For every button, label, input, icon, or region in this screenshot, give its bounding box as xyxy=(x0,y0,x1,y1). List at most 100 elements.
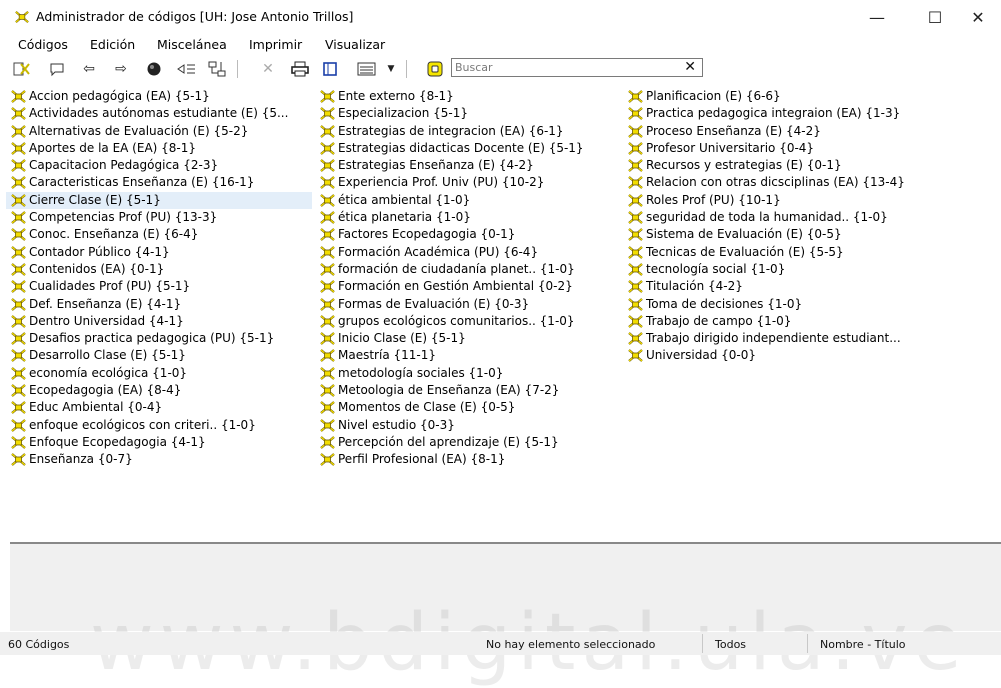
code-list-item[interactable]: Tecnicas de Evaluación (E) {5-5} xyxy=(623,244,943,261)
code-list-item[interactable]: economía ecológica {1-0} xyxy=(6,365,312,382)
code-list-item[interactable]: Factores Ecopedagogia {0-1} xyxy=(315,226,620,243)
code-list-item[interactable]: Cualidades Prof (PU) {5-1} xyxy=(6,278,312,295)
code-list-item[interactable]: metodología sociales {1-0} xyxy=(315,365,620,382)
code-list-item[interactable]: Estrategias didacticas Docente (E) {5-1} xyxy=(315,140,620,157)
search-input[interactable] xyxy=(455,60,675,75)
forward-arrow-icon[interactable]: ⇨ xyxy=(111,59,131,79)
code-list-item[interactable]: Titulación {4-2} xyxy=(623,278,943,295)
code-list-item[interactable]: Roles Prof (PU) {10-1} xyxy=(623,192,943,209)
code-list-item[interactable]: Formas de Evaluación (E) {0-3} xyxy=(315,296,620,313)
code-list-item[interactable]: Trabajo de campo {1-0} xyxy=(623,313,943,330)
code-label: Formación en Gestión Ambiental {0-2} xyxy=(338,279,573,294)
code-icon xyxy=(627,331,644,346)
code-list-item[interactable]: Perfil Profesional (EA) {8-1} xyxy=(315,451,620,468)
code-list-item[interactable]: Planificacion (E) {6-6} xyxy=(623,88,943,105)
menu-codigos[interactable]: Códigos xyxy=(18,37,68,52)
code-list-item[interactable]: Aportes de la EA (EA) {8-1} xyxy=(6,140,312,157)
new-code-icon[interactable] xyxy=(12,59,32,79)
code-icon xyxy=(10,383,27,398)
code-list-item[interactable]: Relacion con otras dicsciplinas (EA) {13… xyxy=(623,174,943,191)
code-list-item[interactable]: ética ambiental {1-0} xyxy=(315,192,620,209)
code-list-item[interactable]: Conoc. Enseñanza (E) {6-4} xyxy=(6,226,312,243)
record-icon[interactable] xyxy=(144,59,164,79)
code-icon xyxy=(319,348,336,363)
code-list-item[interactable]: Desafios practica pedagogica (PU) {5-1} xyxy=(6,330,312,347)
status-separator xyxy=(702,634,703,653)
code-list-item[interactable]: Ecopedagogia (EA) {8-4} xyxy=(6,382,312,399)
code-label: Experiencia Prof. Univ (PU) {10-2} xyxy=(338,175,545,190)
code-list-item[interactable]: Profesor Universitario {0-4} xyxy=(623,140,943,157)
code-list-item[interactable]: Educ Ambiental {0-4} xyxy=(6,399,312,416)
code-list-item[interactable]: Estrategias Enseñanza (E) {4-2} xyxy=(315,157,620,174)
code-list-item[interactable]: Def. Enseñanza (E) {4-1} xyxy=(6,296,312,313)
view-single-icon[interactable] xyxy=(320,59,340,79)
close-button[interactable]: ✕ xyxy=(955,0,1001,34)
delete-icon[interactable]: ✕ xyxy=(258,59,278,79)
code-list-item[interactable]: Inicio Clase (E) {5-1} xyxy=(315,330,620,347)
code-list-item[interactable]: Capacitacion Pedagógica {2-3} xyxy=(6,157,312,174)
filter-icon[interactable] xyxy=(177,59,197,79)
minimize-button[interactable]: — xyxy=(854,0,900,34)
code-list-item[interactable]: ética planetaria {1-0} xyxy=(315,209,620,226)
code-list-item[interactable]: Toma de decisiones {1-0} xyxy=(623,296,943,313)
code-list-item[interactable]: Caracteristicas Enseñanza (E) {16-1} xyxy=(6,174,312,191)
code-list-item[interactable]: grupos ecológicos comunitarios.. {1-0} xyxy=(315,313,620,330)
code-icon xyxy=(319,227,336,242)
code-icon xyxy=(10,210,27,225)
code-list-item[interactable]: Percepción del aprendizaje (E) {5-1} xyxy=(315,434,620,451)
code-list-item[interactable]: Competencias Prof (PU) {13-3} xyxy=(6,209,312,226)
network-icon[interactable] xyxy=(207,59,227,79)
code-label: Planificacion (E) {6-6} xyxy=(646,89,781,103)
code-list-item[interactable]: Formación Académica (PU) {6-4} xyxy=(315,244,620,261)
code-list-item[interactable]: Metoologia de Enseñanza (EA) {7-2} xyxy=(315,382,620,399)
menu-visualizar[interactable]: Visualizar xyxy=(325,37,385,52)
code-list-item[interactable]: Cierre Clase (E) {5-1} xyxy=(6,191,312,210)
print-icon[interactable] xyxy=(290,59,310,79)
code-list-item[interactable]: Accion pedagógica (EA) {5-1} xyxy=(6,88,312,105)
code-icon xyxy=(319,158,336,173)
code-list-item[interactable]: Maestría {11-1} xyxy=(315,347,620,364)
comment-icon[interactable] xyxy=(47,59,67,79)
code-label: Roles Prof (PU) {10-1} xyxy=(646,192,781,207)
code-list-item[interactable]: Estrategias de integracion (EA) {6-1} xyxy=(315,123,620,140)
back-arrow-icon[interactable]: ⇦ xyxy=(79,59,99,79)
code-list-item[interactable]: tecnología social {1-0} xyxy=(623,261,943,278)
code-list-item[interactable]: Contador Público {4-1} xyxy=(6,244,312,261)
code-list-item[interactable]: Formación en Gestión Ambiental {0-2} xyxy=(315,278,620,295)
view-list-icon[interactable] xyxy=(357,59,377,79)
code-label: seguridad de toda la humanidad.. {1-0} xyxy=(646,210,888,225)
code-list-item[interactable]: Practica pedagogica integraion (EA) {1-3… xyxy=(623,105,943,122)
code-list-item[interactable]: Experiencia Prof. Univ (PU) {10-2} xyxy=(315,174,620,191)
menu-imprimir[interactable]: Imprimir xyxy=(249,37,302,52)
menu-edicion[interactable]: Edición xyxy=(90,37,135,52)
app-icon xyxy=(14,9,30,25)
code-list-item[interactable]: formación de ciudadanía planet.. {1-0} xyxy=(315,261,620,278)
code-icon xyxy=(627,297,644,312)
menu-miscelanea[interactable]: Miscelánea xyxy=(157,37,227,52)
clear-search-icon[interactable]: ✕ xyxy=(684,59,696,75)
code-list-item[interactable]: seguridad de toda la humanidad.. {1-0} xyxy=(623,209,943,226)
code-list-item[interactable]: Momentos de Clase (E) {0-5} xyxy=(315,399,620,416)
code-list-item[interactable]: Desarrollo Clase (E) {5-1} xyxy=(6,347,312,364)
code-list-item[interactable]: Contenidos (EA) {0-1} xyxy=(6,261,312,278)
code-list-item[interactable]: Ente externo {8-1} xyxy=(315,88,620,105)
comment-pane[interactable] xyxy=(10,546,1001,631)
code-list-item[interactable]: Trabajo dirigido independiente estudiant… xyxy=(623,330,943,347)
dropdown-icon[interactable]: ▼ xyxy=(381,59,401,79)
code-list-item[interactable]: Recursos y estrategias (E) {0-1} xyxy=(623,157,943,174)
code-list-item[interactable]: Especializacion {5-1} xyxy=(315,105,620,122)
code-label: Cualidades Prof (PU) {5-1} xyxy=(29,279,191,294)
code-list-item[interactable]: Dentro Universidad {4-1} xyxy=(6,313,312,330)
code-list-item[interactable]: Alternativas de Evaluación (E) {5-2} xyxy=(6,123,312,140)
code-list-item[interactable]: Proceso Enseñanza (E) {4-2} xyxy=(623,123,943,140)
highlight-icon[interactable] xyxy=(425,59,445,79)
code-icon xyxy=(627,279,644,294)
code-list-item[interactable]: Actividades autónomas estudiante (E) {5.… xyxy=(6,105,312,122)
code-list-item[interactable]: enfoque ecológicos con criteri.. {1-0} xyxy=(6,417,312,434)
code-list-item[interactable]: Enseñanza {0-7} xyxy=(6,451,312,468)
code-list-item[interactable]: Sistema de Evaluación (E) {0-5} xyxy=(623,226,943,243)
code-list-item[interactable]: Nivel estudio {0-3} xyxy=(315,417,620,434)
maximize-button[interactable]: ☐ xyxy=(912,0,958,34)
code-list-item[interactable]: Universidad {0-0} xyxy=(623,347,943,364)
code-list-item[interactable]: Enfoque Ecopedagogia {4-1} xyxy=(6,434,312,451)
